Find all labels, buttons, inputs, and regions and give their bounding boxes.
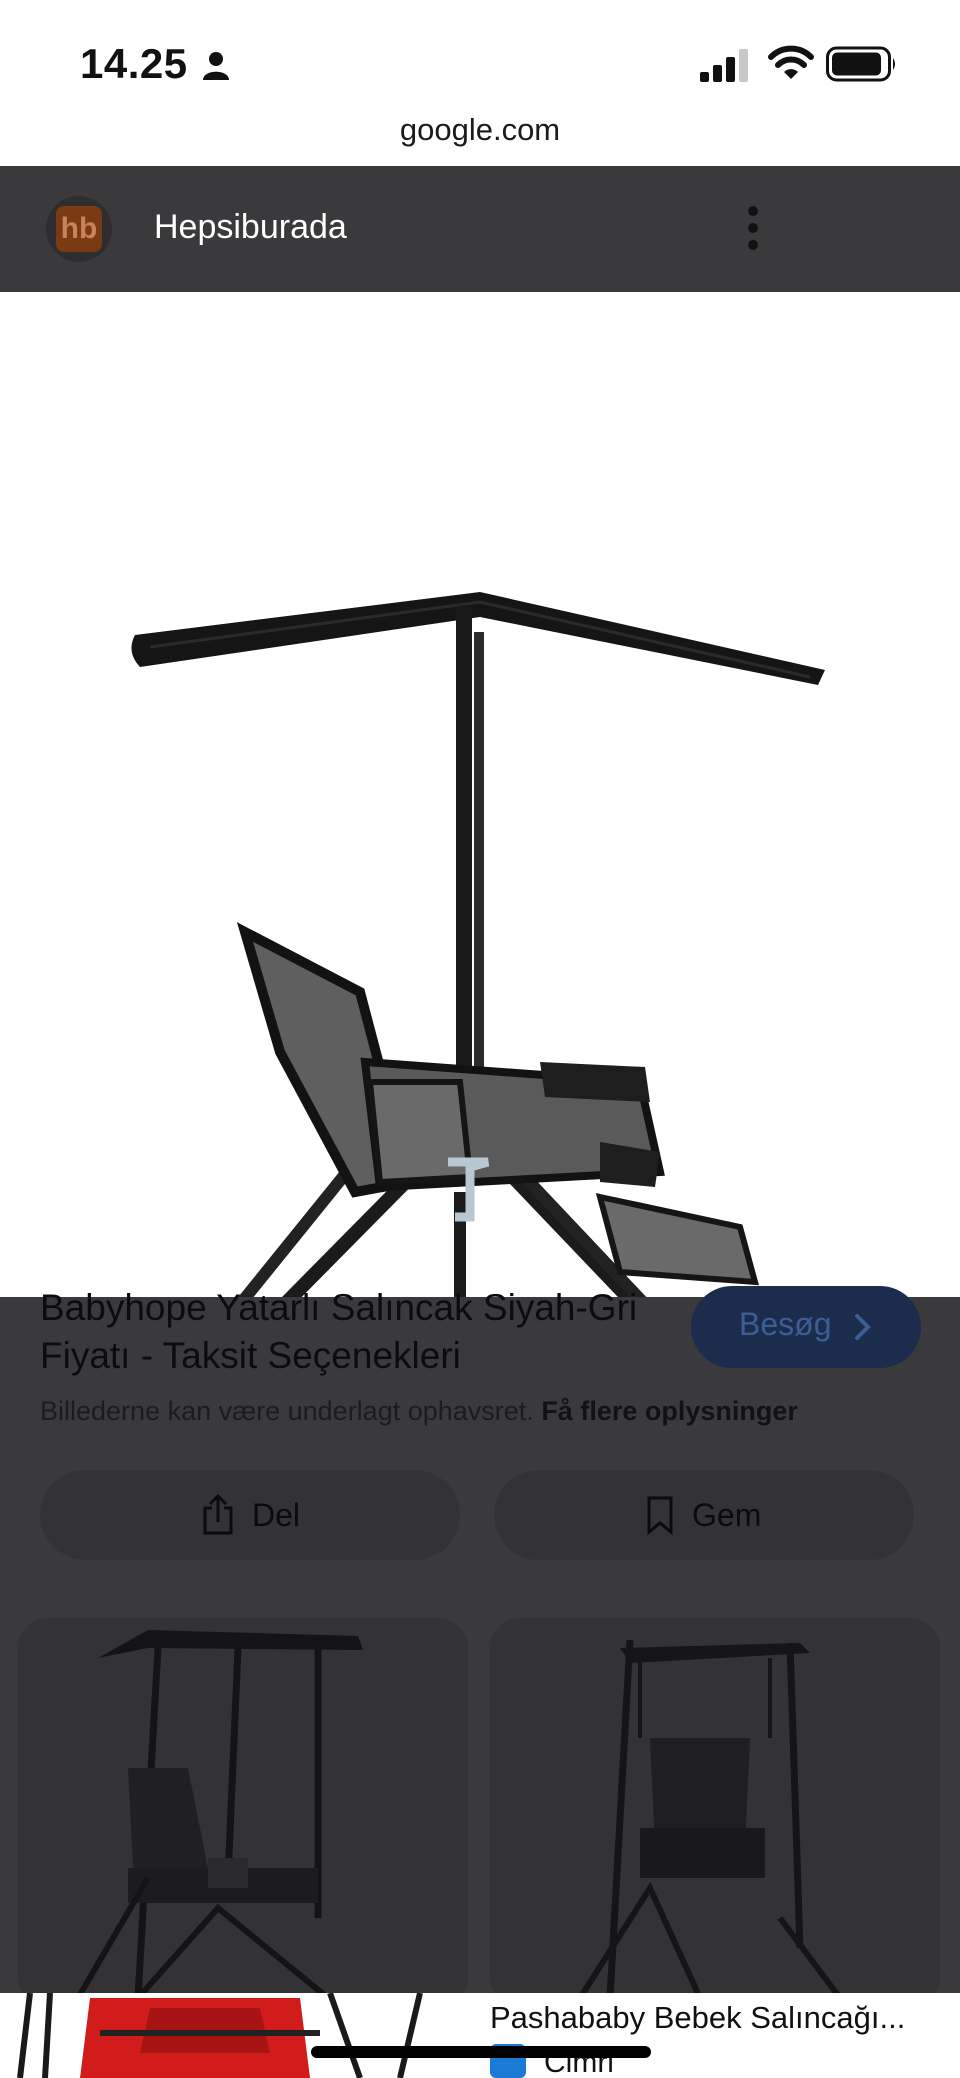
share-button[interactable]: Del: [40, 1470, 460, 1560]
url-text: google.com: [399, 112, 561, 147]
wifi-icon: [768, 45, 814, 79]
save-label: Gem: [692, 1497, 762, 1533]
next-result-title[interactable]: Pashababy Bebek Salıncağı...: [490, 2000, 905, 2036]
person-icon: [203, 52, 229, 80]
hepsiburada-logo-icon: hb: [56, 206, 102, 252]
battery-icon: [826, 46, 895, 82]
swing-thumbnail-1: [75, 1630, 363, 2001]
product-image[interactable]: [0, 292, 960, 1589]
source-header[interactable]: hb: [0, 166, 960, 292]
home-indicator[interactable]: [311, 2046, 651, 2058]
related-image-1[interactable]: [18, 1618, 468, 2008]
status-time: 14.25: [80, 40, 188, 87]
visit-button-label: Besøg: [739, 1306, 832, 1342]
visit-button[interactable]: Besøg: [691, 1286, 921, 1368]
related-image-2[interactable]: [490, 1618, 940, 2008]
copyright-text: Billederne kan være underlagt ophavsret.: [40, 1396, 534, 1426]
cellular-signal-icon: [700, 49, 748, 82]
share-label: Del: [252, 1497, 301, 1533]
baby-swing-illustration: [6, 592, 908, 1589]
source-logo: hb: [46, 196, 112, 262]
swing-thumbnail-2: [577, 1639, 843, 2000]
source-name[interactable]: Hepsiburada: [154, 208, 347, 247]
next-result-image[interactable]: [0, 1993, 470, 2078]
address-bar[interactable]: google.com: [0, 100, 960, 166]
save-button[interactable]: Gem: [494, 1470, 914, 1560]
share-icon: [203, 1494, 233, 1535]
chevron-right-icon: [855, 1314, 871, 1340]
more-info-link[interactable]: Få flere oplysninger: [541, 1396, 798, 1426]
copyright-notice: Billederne kan være underlagt ophavsret.…: [40, 1396, 798, 1427]
result-title[interactable]: Babyhope Yatarlı Salıncak Siyah-Gri Fiya…: [40, 1284, 680, 1380]
red-swing-thumbnail: [0, 1993, 470, 2078]
more-vertical-icon[interactable]: [738, 205, 768, 251]
bookmark-icon: [647, 1496, 673, 1536]
